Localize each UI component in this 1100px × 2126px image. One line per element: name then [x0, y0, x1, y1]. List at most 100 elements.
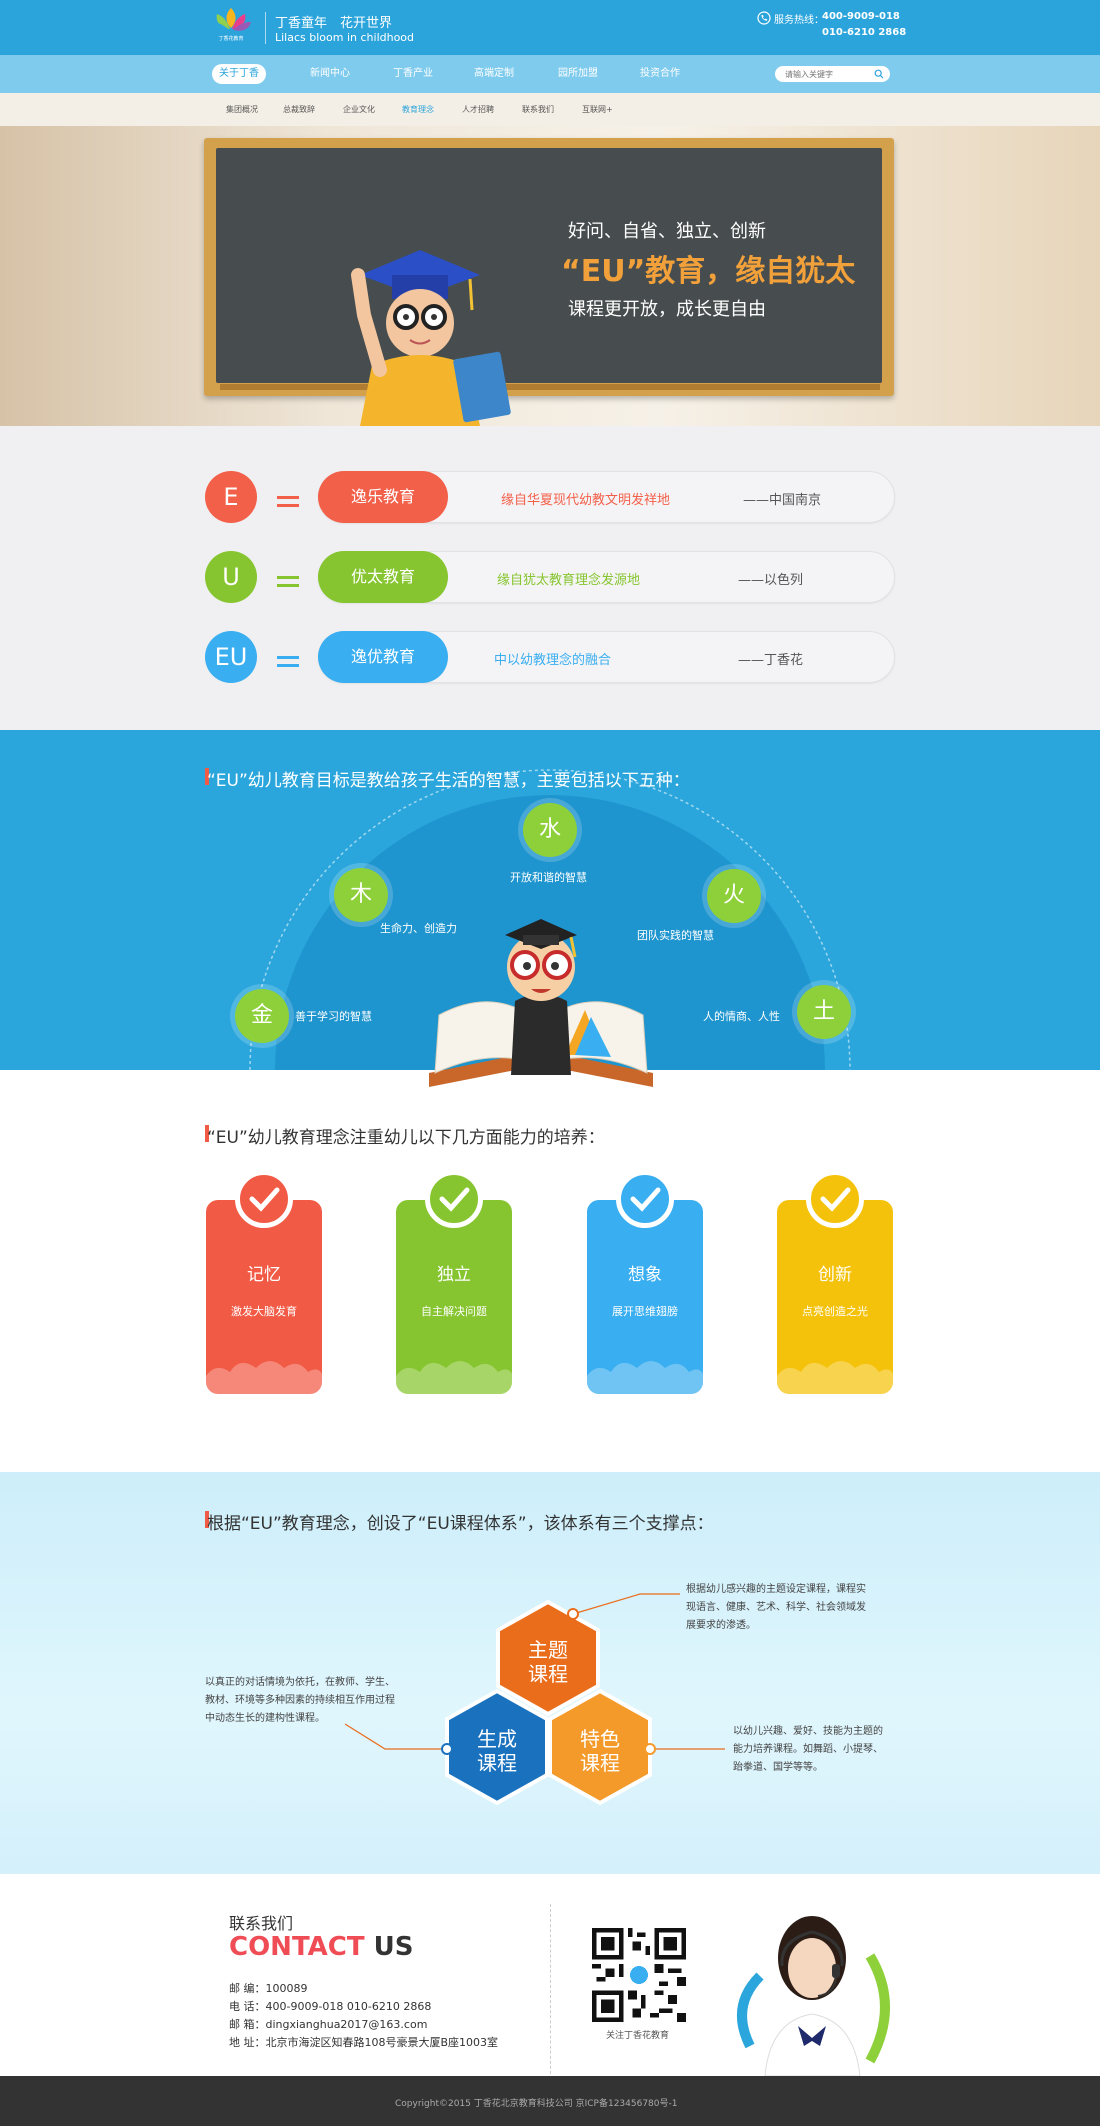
- hex-line: 课程: [477, 1751, 517, 1775]
- element-metal: 金: [235, 989, 289, 1043]
- element-label: 开放和谐的智慧: [510, 871, 587, 884]
- checkmark-icon: [806, 1170, 864, 1228]
- nav-item-invest[interactable]: 投资合作: [630, 64, 690, 84]
- banner-line-3: 课程更开放，成长更自由: [568, 299, 766, 320]
- ability-card-subtitle: 激发大脑发育: [231, 1305, 297, 1318]
- feature-course-description: 以幼儿兴趣、爱好、技能为主题的 能力培养课程。如舞蹈、小提琴、 跆拳道、国学等等…: [733, 1723, 883, 1777]
- element-earth: 土: [797, 985, 851, 1039]
- hex-generative-course: 生成 课程: [447, 1727, 547, 1775]
- banner-headline: “EU”教育，缘自犹太: [561, 254, 856, 289]
- hotline-number[interactable]: 400-9009-018: [822, 11, 900, 22]
- subnav-item-philosophy[interactable]: 教育理念: [402, 104, 434, 115]
- checkmark-icon: [616, 1170, 674, 1228]
- eu-row-eu: EU 逸优教育 中以幼教理念的融合 ——丁香花: [205, 631, 895, 685]
- eu-description: 缘自华夏现代幼教文明发祥地: [501, 493, 671, 508]
- contact-heading-en-part: US: [364, 1932, 414, 1962]
- qr-code-caption: 关注丁香花教育: [606, 2031, 670, 2041]
- cloud-decoration-icon: [777, 1361, 893, 1394]
- header-divider: [265, 12, 266, 44]
- hex-line: 特色: [580, 1727, 620, 1751]
- ability-card-innovation: 创新 点亮创造之光: [777, 1200, 893, 1394]
- ability-card-subtitle: 点亮创造之光: [802, 1305, 868, 1318]
- contact-address: 地 址：北京市海淀区知春路108号豪景大厦B座1003室: [229, 2036, 499, 2049]
- hex-line: 生成: [477, 1727, 517, 1751]
- eu-name-pill: 逸优教育: [318, 631, 448, 683]
- desc-line: 跆拳道、国学等等。: [733, 1762, 823, 1773]
- eu-letter-badge: E: [205, 471, 257, 523]
- nav-item-news[interactable]: 新闻中心: [300, 64, 360, 84]
- top-header: [0, 0, 1100, 55]
- generative-course-description: 以真正的对话情境为依托，在教师、学生、 教材、环境等多种因素的持续相互作用过程 …: [205, 1674, 395, 1728]
- element-label: 人的情商、人性: [703, 1010, 780, 1023]
- copyright-text: Copyright©2015 丁香花北京教育科技公司 京ICP备12345678…: [395, 2099, 678, 2109]
- eu-source: ——以色列: [738, 573, 804, 588]
- element-label: 善于学习的智慧: [295, 1010, 372, 1023]
- ability-card-title: 记忆: [247, 1265, 281, 1285]
- graduate-kid-illustration: [351, 250, 511, 426]
- ability-card-imagination: 想象 展开思维翅膀: [587, 1200, 703, 1394]
- customer-service-illustration: [737, 1916, 890, 2076]
- cloud-decoration-icon: [396, 1361, 512, 1394]
- slogan-cn: 丁香童年 花开世界: [275, 16, 393, 31]
- eu-source: ——丁香花: [738, 653, 804, 668]
- cloud-decoration-icon: [587, 1361, 703, 1394]
- five-wisdoms-title: “EU”幼儿教育目标是教给孩子生活的智慧，主要包括以下五种：: [207, 771, 690, 791]
- nav-item-about[interactable]: 关于丁香: [212, 64, 266, 84]
- svg-text:丁香花教育: 丁香花教育: [218, 35, 243, 42]
- equals-icon: [277, 650, 299, 667]
- desc-line: 现语言、健康、艺术、科学、社会领域发: [686, 1602, 866, 1613]
- hex-feature-course: 特色 课程: [550, 1727, 650, 1775]
- subnav-item-culture[interactable]: 企业文化: [343, 104, 375, 115]
- eu-row-u: U 优太教育 缘自犹太教育理念发源地 ——以色列: [205, 551, 895, 605]
- eu-description: 中以幼教理念的融合: [494, 653, 612, 668]
- contact-heading-en: CONTACT US: [229, 1932, 414, 1962]
- hex-line: 主题: [528, 1638, 568, 1662]
- nav-item-custom[interactable]: 高端定制: [464, 64, 524, 84]
- nav-item-franchise[interactable]: 园所加盟: [548, 64, 608, 84]
- checkmark-icon: [425, 1170, 483, 1228]
- ability-card-subtitle: 自主解决问题: [421, 1305, 487, 1318]
- search-icon[interactable]: [874, 69, 884, 79]
- element-fire: 火: [707, 869, 761, 923]
- equals-icon: [277, 490, 299, 507]
- eu-letter-badge: EU: [205, 631, 257, 683]
- subnav-item-contact[interactable]: 联系我们: [522, 104, 554, 115]
- desc-line: 以真正的对话情境为依托，在教师、学生、: [205, 1677, 395, 1688]
- eu-source: ——中国南京: [743, 493, 822, 508]
- subnav-item-overview[interactable]: 集团概况: [226, 104, 258, 115]
- theme-course-description: 根据幼儿感兴趣的主题设定课程，课程实 现语言、健康、艺术、科学、社会领域发 展要…: [686, 1581, 866, 1635]
- search-input[interactable]: [785, 66, 870, 82]
- contact-phone[interactable]: 电 话：400-9009-018 010-6210 2868: [229, 1998, 431, 2014]
- hex-line: 课程: [580, 1751, 620, 1775]
- search-box: [775, 66, 890, 82]
- wechat-qr-code[interactable]: [592, 1928, 686, 2022]
- subnav-item-internet[interactable]: 互联网+: [582, 104, 613, 115]
- desc-line: 中动态生长的建构性课程。: [205, 1713, 325, 1724]
- nav-item-industry[interactable]: 丁香产业: [383, 64, 443, 84]
- cloud-decoration-icon: [206, 1361, 322, 1394]
- contact-postcode: 邮 编：100089: [229, 1982, 308, 1995]
- subnav-item-careers[interactable]: 人才招聘: [462, 104, 494, 115]
- eu-letter-badge: U: [205, 551, 257, 603]
- hotline-number-2[interactable]: 010-6210 2868: [822, 27, 906, 38]
- contact-heading-en-part: CONTACT: [229, 1932, 365, 1962]
- ability-card-independence: 独立 自主解决问题: [396, 1200, 512, 1394]
- subnav-item-ceo-message[interactable]: 总裁致辞: [283, 104, 315, 115]
- eu-name-pill: 优太教育: [318, 551, 448, 603]
- lilac-logo[interactable]: 丁香花教育: [205, 4, 257, 48]
- ability-card-title: 创新: [818, 1265, 852, 1285]
- checkmark-icon: [235, 1170, 293, 1228]
- desc-line: 以幼儿兴趣、爱好、技能为主题的: [733, 1726, 883, 1737]
- hotline-label: 服务热线：: [774, 15, 824, 26]
- contact-email[interactable]: 邮 箱：dingxianghua2017@163.com: [229, 2016, 427, 2032]
- ability-card-title: 想象: [628, 1265, 662, 1285]
- eu-description: 缘自犹太教育理念发源地: [497, 573, 641, 588]
- sub-nav: 集团概况 总裁致辞 企业文化 教育理念 人才招聘 联系我们 互联网+: [0, 93, 1100, 126]
- abilities-title: “EU”幼儿教育理念注重幼儿以下几方面能力的培养：: [207, 1128, 605, 1148]
- equals-icon: [277, 570, 299, 587]
- element-water: 水: [523, 803, 577, 857]
- desc-line: 能力培养课程。如舞蹈、小提琴、: [733, 1744, 883, 1755]
- contact-divider: [550, 1904, 551, 2084]
- slogan-en: Lilacs bloom in childhood: [275, 31, 415, 44]
- chalkboard-tray: [220, 384, 880, 390]
